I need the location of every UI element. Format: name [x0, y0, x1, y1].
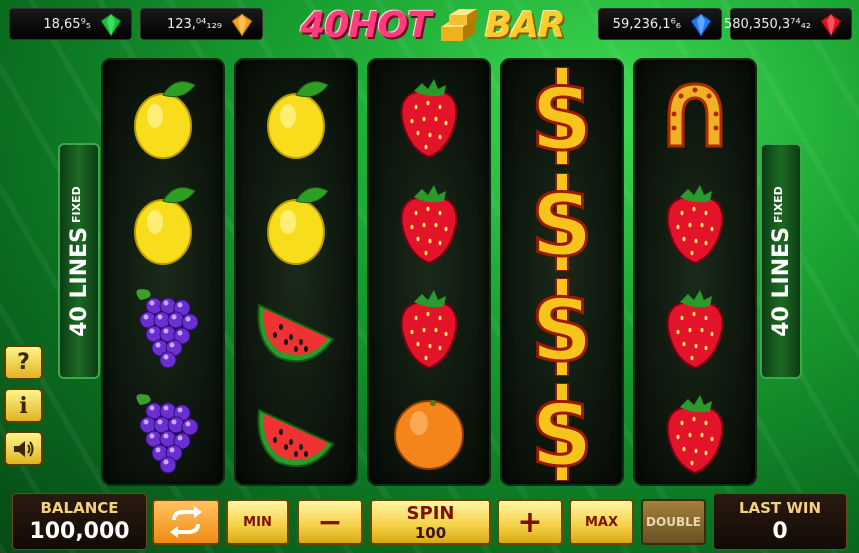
jackpot-value: 123,⁰⁴₁₂₉ [166, 16, 222, 32]
strawberry-icon [369, 170, 489, 274]
spin-button[interactable]: SPIN 100 [370, 499, 491, 545]
autoplay-icon [170, 506, 202, 538]
reel-3 [367, 58, 491, 486]
reels-area: SSSS [101, 58, 759, 486]
strawberry-icon [635, 380, 755, 484]
balance-value: 100,000 [29, 519, 130, 544]
blue-gem-icon [690, 13, 712, 37]
info-icon: i [19, 392, 28, 419]
minus-icon: − [317, 504, 343, 540]
jackpot-value: 580,350,3⁷⁴₄₂ [723, 16, 811, 32]
decrease-bet-button[interactable]: − [297, 499, 363, 545]
strawberry-icon [369, 275, 489, 379]
svg-text:S: S [531, 70, 593, 165]
lines-label: 40 LINES [66, 226, 92, 337]
lines-panel-right: 40 LINES FIXED [760, 143, 802, 379]
double-label: DOUBLE [646, 515, 701, 529]
last-win-value: 0 [772, 519, 788, 544]
logo-number: 40 [300, 4, 349, 46]
watermelon-icon [236, 275, 356, 379]
max-bet-label: MAX [584, 514, 619, 530]
reel-1 [101, 58, 225, 486]
dollar-icon: S [502, 170, 622, 274]
lemon-icon [236, 170, 356, 274]
balance-label: BALANCE [40, 499, 119, 517]
plus-icon: + [517, 504, 543, 540]
jackpot-value: 59,236,1⁶₆ [612, 16, 681, 32]
green-gem-icon [100, 13, 122, 37]
watermelon-icon [236, 380, 356, 484]
reel-2 [234, 58, 358, 486]
reel-4: SSSS [500, 58, 624, 486]
dollar-icon: S [502, 275, 622, 379]
jackpot-blue: 59,236,1⁶₆ [598, 8, 722, 40]
svg-text:S: S [531, 281, 593, 376]
lines-fixed-label: FIXED [69, 185, 83, 223]
orange-gem-icon [231, 13, 253, 37]
bet-value: 100 [414, 523, 447, 542]
help-button[interactable]: ? [4, 345, 43, 380]
logo-hot: HOT [348, 4, 431, 46]
horseshoe-icon [635, 64, 755, 168]
jackpot-red: 580,350,3⁷⁴₄₂ [724, 8, 852, 40]
help-icon: ? [17, 350, 30, 375]
lines-label: 40 LINES [768, 226, 794, 337]
strawberry-icon [635, 275, 755, 379]
last-win-panel: LAST WIN 0 [713, 493, 847, 550]
max-bet-button[interactable]: MAX [569, 499, 634, 545]
strawberry-icon [635, 170, 755, 274]
lines-fixed-label: FIXED [771, 185, 785, 223]
orange-icon [369, 380, 489, 484]
info-button[interactable]: i [4, 388, 43, 423]
min-bet-label: MIN [243, 514, 272, 530]
dollar-icon: S [502, 380, 622, 484]
lemon-icon [103, 64, 223, 168]
gold-bars-icon [440, 9, 477, 41]
control-bar: BALANCE 100,000 MIN − SPIN 100 + MAX DOU… [0, 490, 859, 553]
autoplay-button[interactable] [152, 499, 220, 545]
sound-icon [13, 440, 33, 457]
last-win-label: LAST WIN [738, 499, 822, 517]
balance-panel: BALANCE 100,000 [12, 493, 147, 550]
svg-text:S: S [531, 386, 593, 481]
increase-bet-button[interactable]: + [497, 499, 563, 545]
lines-panel-left: 40 LINES FIXED [58, 143, 100, 379]
lemon-icon [103, 170, 223, 274]
game-logo: 40 HOT BAR [285, 2, 580, 48]
logo-bar: BAR [484, 4, 566, 46]
red-gem-icon [820, 13, 842, 37]
sound-button[interactable] [4, 431, 43, 466]
reel-5 [633, 58, 757, 486]
jackpot-orange: 123,⁰⁴₁₂₉ [140, 8, 263, 40]
grapes-icon [103, 275, 223, 379]
spin-label: SPIN [406, 502, 455, 524]
double-button[interactable]: DOUBLE [641, 499, 706, 545]
dollar-icon: S [502, 64, 622, 168]
strawberry-icon [369, 64, 489, 168]
min-bet-button[interactable]: MIN [226, 499, 289, 545]
svg-text:S: S [531, 176, 593, 271]
grapes-icon [103, 380, 223, 484]
jackpot-value: 18,65⁹₅ [43, 16, 91, 32]
jackpot-green: 18,65⁹₅ [9, 8, 132, 40]
lemon-icon [236, 64, 356, 168]
